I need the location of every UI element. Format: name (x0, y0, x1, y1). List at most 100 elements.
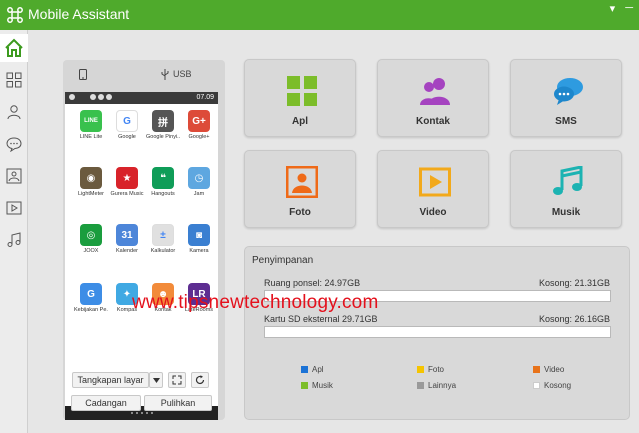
internal-storage-label: Ruang ponsel: 24.97GB (264, 278, 361, 288)
backup-button[interactable]: Cadangan (71, 395, 141, 411)
app-icon: ❝ (152, 167, 174, 189)
sidebar-item-photos[interactable] (0, 162, 28, 190)
phone-app[interactable]: G Kebijakan Pe.. (74, 283, 108, 313)
refresh-icon (195, 375, 205, 385)
external-storage-bar (264, 326, 611, 338)
sidebar-item-contacts[interactable] (0, 98, 28, 126)
video-tile-icon (419, 167, 451, 197)
phone-app[interactable]: G+ Google+ (182, 110, 216, 140)
legend-swatch (301, 382, 308, 389)
legend-label: Lainnya (428, 381, 457, 390)
screenshot-dropdown-button[interactable] (149, 372, 163, 388)
app-label: Kebijakan Pe.. (74, 307, 108, 313)
sidebar-item-videos[interactable] (0, 194, 28, 222)
dropdown-button[interactable]: ▾ (610, 2, 616, 15)
phone-clock: 07.09 (196, 94, 214, 101)
tile-contacts[interactable]: Kontak (377, 59, 489, 137)
app-icon: ◷ (188, 167, 210, 189)
app-logo-icon (7, 7, 23, 23)
status-icon (69, 94, 75, 100)
sidebar-item-music[interactable] (0, 226, 28, 254)
watermark-text: www.tipsnewtechnology.com (132, 292, 379, 313)
legend-item: Apl (301, 365, 324, 374)
sidebar-item-home[interactable] (0, 34, 28, 62)
minimize-button[interactable]: ─ (625, 2, 633, 15)
chat-icon (6, 137, 22, 152)
sidebar-item-messages[interactable] (0, 130, 28, 158)
legend-label: Foto (428, 365, 445, 374)
phone-app[interactable]: ◙ Kamera (182, 224, 216, 254)
sidebar-item-apps[interactable] (0, 66, 28, 94)
storage-heading: Penyimpanan (252, 255, 314, 266)
app-label: Google (118, 134, 136, 140)
phone-app[interactable]: 拼 Google Pinyi.. (146, 110, 180, 140)
legend-swatch (533, 366, 540, 373)
tile-label: Foto (289, 207, 311, 218)
tile-label: Apl (291, 116, 309, 127)
fullscreen-button[interactable] (168, 372, 186, 388)
app-label: Kalkulator (150, 248, 176, 254)
legend-item: Video (533, 365, 564, 374)
app-label: LINE Lite (79, 134, 103, 140)
legend-swatch (417, 382, 424, 389)
app-label: Gurera Music (110, 191, 144, 197)
title-bar: Mobile Assistant ▾ ─ (0, 0, 639, 30)
external-storage-label: Kartu SD eksternal 29.71GB (264, 314, 378, 324)
external-storage-free: Kosong: 26.16GB (538, 314, 610, 324)
legend-item: Kosong (533, 381, 571, 390)
tile-music[interactable]: Musik (510, 150, 622, 228)
app-title: Mobile Assistant (28, 6, 130, 22)
app-label: Google+ (188, 134, 210, 140)
legend-item: Lainnya (417, 381, 456, 390)
status-icon (106, 94, 112, 100)
refresh-button[interactable] (191, 372, 209, 388)
app-icon: 拼 (152, 110, 174, 132)
tile-label: Kontak (416, 116, 450, 127)
legend-label: Video (544, 365, 565, 374)
legend-swatch (533, 382, 540, 389)
app-icon: ◉ (80, 167, 102, 189)
tile-photos[interactable]: Foto (244, 150, 356, 228)
phone-app[interactable]: LINE LINE Lite (74, 110, 108, 140)
home-icon (5, 38, 23, 57)
app-icon: ◙ (188, 224, 210, 246)
tile-sms[interactable]: SMS (510, 59, 622, 137)
app-label: Hangouts (151, 191, 175, 197)
image-icon (6, 168, 22, 184)
phone-app[interactable]: ± Kalkulator (146, 224, 180, 254)
app-icon: G (116, 110, 138, 132)
phone-app[interactable]: ◷ Jam (182, 167, 216, 197)
restore-button[interactable]: Pulihkan (144, 395, 212, 411)
phone-device-icon (79, 69, 87, 80)
music-tile-icon (553, 166, 583, 195)
phone-app[interactable]: G Google (110, 110, 144, 140)
screenshot-button[interactable]: Tangkapan layar (72, 372, 149, 388)
phone-app[interactable]: ◉ LightMeter (74, 167, 108, 197)
tile-label: Musik (551, 207, 581, 218)
contacts-icon (420, 78, 450, 105)
legend-item: Foto (417, 365, 444, 374)
tile-videos[interactable]: Video (377, 150, 489, 228)
user-icon (7, 105, 21, 120)
chevron-down-icon (152, 377, 160, 383)
status-icon (98, 94, 104, 100)
app-icon: G (80, 283, 102, 305)
phone-app[interactable]: ◎ JOOX (74, 224, 108, 254)
app-label: Kalender (115, 248, 139, 254)
phone-screen[interactable]: 07.09 LINE LINE Lite G Google 拼 Google Pinyi.… (65, 92, 218, 420)
usb-icon (161, 69, 169, 80)
phone-app[interactable]: ★ Gurera Music (110, 167, 144, 197)
legend-label: Kosong (544, 381, 572, 390)
app-label: Google Pinyi.. (146, 134, 180, 140)
phone-app[interactable]: 31 Kalender (110, 224, 144, 254)
usb-label: USB (173, 69, 192, 79)
video-icon (6, 201, 22, 215)
tile-apps[interactable]: Apl (244, 59, 356, 137)
status-icon (90, 94, 96, 100)
expand-icon (172, 375, 182, 385)
phone-panel: USB 07.09 LINE LINE Lite G Google 拼 Google Pi… (63, 60, 225, 420)
app-icon: ± (152, 224, 174, 246)
phone-app[interactable]: ❝ Hangouts (146, 167, 180, 197)
music-icon (7, 232, 21, 247)
app-label: Jam (193, 191, 205, 197)
